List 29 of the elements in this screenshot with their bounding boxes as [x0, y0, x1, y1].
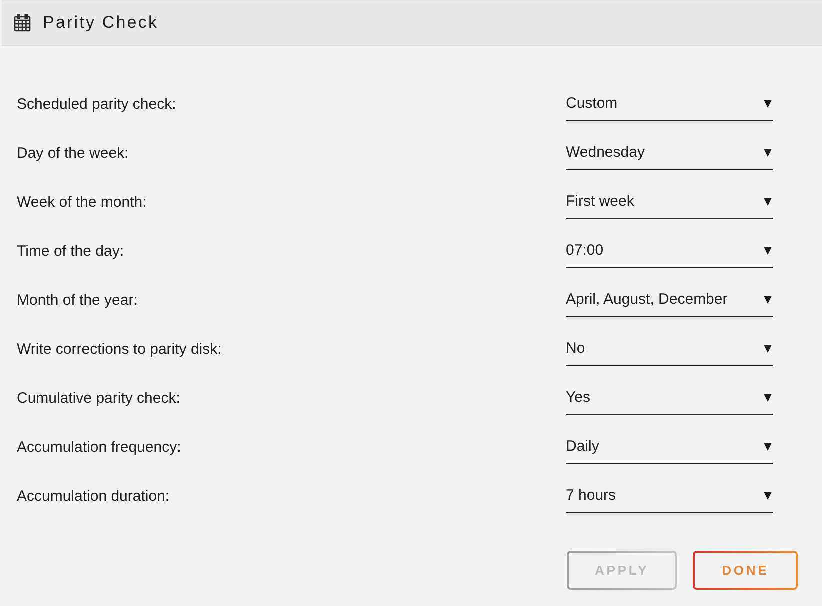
field-label: Scheduled parity check: [17, 96, 176, 112]
field-label: Accumulation frequency: [17, 438, 182, 456]
dropdown-select[interactable]: April, August, December [566, 283, 773, 317]
field-label: Month of the year: [17, 292, 138, 308]
caret-icon [764, 246, 772, 254]
field-label: Day of the week: [17, 144, 129, 162]
dropdown-select[interactable]: First week [566, 185, 773, 219]
caret-icon [764, 198, 772, 206]
panel-title: Parity Check [43, 13, 159, 33]
field-label: Cumulative parity check: [17, 390, 180, 406]
field-label: Time of the day: [17, 242, 124, 260]
dropdown-select[interactable]: 07:00 [566, 234, 773, 268]
dropdown-select[interactable]: Custom [566, 87, 773, 121]
dropdown-select[interactable]: No [566, 332, 773, 366]
dropdown-select[interactable]: Yes [566, 381, 773, 415]
caret-icon [764, 148, 772, 156]
caret-icon [764, 492, 772, 500]
caret-icon [764, 442, 772, 450]
dropdown-select[interactable]: 7 hours [566, 479, 773, 513]
field-label: Accumulation duration: [17, 488, 170, 504]
field-label: Write corrections to parity disk: [17, 340, 222, 358]
caret-icon [764, 344, 772, 352]
dropdown-select[interactable]: Wednesday [566, 136, 773, 170]
field-label: Week of the month: [17, 194, 147, 210]
caret-icon [764, 100, 772, 108]
calendar-icon [14, 14, 31, 32]
caret-icon [764, 296, 772, 304]
caret-icon [764, 394, 772, 402]
dropdown-select[interactable]: Daily [566, 430, 773, 464]
